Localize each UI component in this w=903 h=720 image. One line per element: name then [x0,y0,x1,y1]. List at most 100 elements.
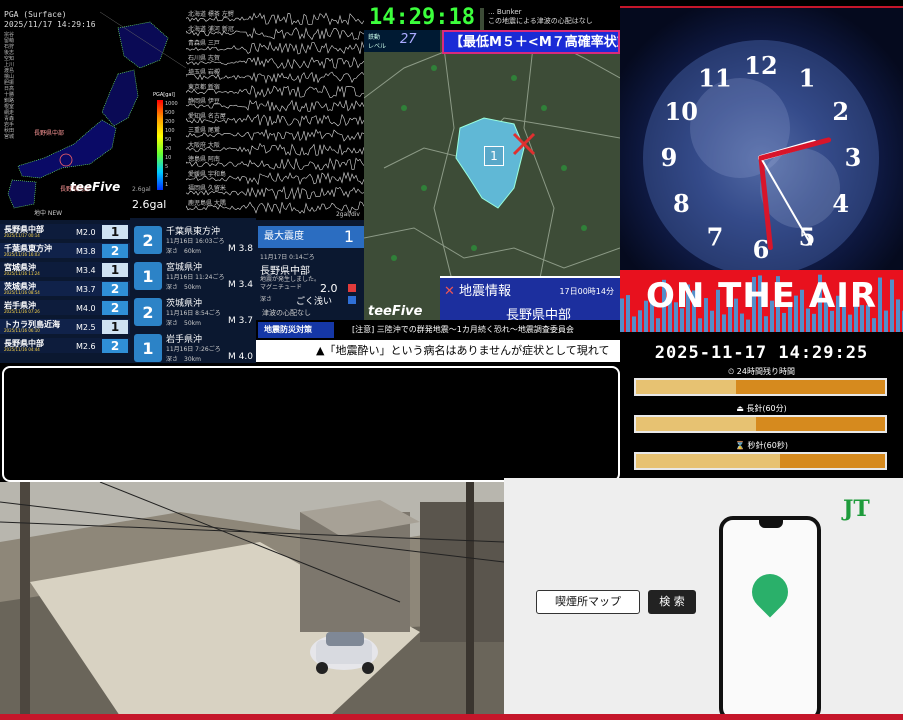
quake-magnitude: M3.4 [76,266,96,275]
equalizer-bar [764,316,768,332]
quake-magnitude: M4.0 [76,304,96,313]
card-intensity: 2 [134,298,162,326]
clock-numeral: 4 [832,189,849,218]
search-button[interactable]: 検 索 [648,590,696,614]
gal-value: 2.6gal [132,198,167,211]
progress-fill [636,454,781,468]
waveform-scale: 2gal/div [335,211,360,218]
news-tag: 地震防災対策 [258,322,334,338]
progress-label: ⏲ 24時間残り時間 [728,367,795,376]
scale-value: 200 [165,119,175,125]
quake-time: 2025/11/16 06:10 [4,328,40,333]
tsunami-status: 津波の心配なし [256,306,364,320]
pga-scale-values: 1000 500 200 100 50 20 10 5 2 1 [165,100,178,190]
station-list: 宗谷 留萌 石狩 後志 空知 上川 渡島 檜山 胆振 日高 十勝 釧路 根室 網走 青森 岩手 秋田 宮城 [4,32,64,140]
smoking-area-map-button[interactable]: 喫煙所マップ [536,590,640,614]
quake-intensity: 1 [102,320,128,334]
quake-list-row: 千葉県東方沖 2025/11/16 16:03 M3.8 2 [0,243,130,258]
quake-list-row: 長野県中部 2025/11/17 00:14 M2.0 1 [0,224,130,239]
quake-intensity: 1 [102,225,128,239]
pga-brand: teeFive [70,180,121,194]
progress-bar [634,452,887,470]
quake-intensity: 2 [102,339,128,353]
quake-card: 1 宮城県沖 11月16日 11:24ごろ 深さ 50km M 3.4 [132,256,256,296]
equalizer-bar [656,318,660,332]
waveform-station-label: 福岡県 久留米 [188,185,226,192]
quake-info-title: ✕ 地震情報 [444,280,511,299]
card-date: 11月16日 16:03ごろ [166,238,225,245]
map-brand: teeFive [368,304,423,319]
cross-icon: ✕ [444,284,455,299]
live-camera-feed [0,482,504,716]
legend-note: 地中 NEW [34,210,63,217]
current-datetime: 2025-11-17 14:29:25 [654,343,869,363]
max-intensity-box: 最大震度 1 [258,226,364,248]
max-intensity-label: 最大震度 [264,231,304,242]
intensity-marker: 1 [484,146,504,166]
quake-magnitude: M2.5 [76,323,96,332]
waveform-station-label: 東京都 新宿 [188,83,220,91]
equalizer-bar [746,319,750,332]
clock-numeral: 3 [845,143,862,172]
waveform-station-label: 愛媛県 宇和島 [188,170,226,178]
quake-info-box: ✕ 地震情報 17日00時14分 長野県中部 [440,276,620,323]
card-magnitude: M 4.0 [228,352,253,362]
warning-banner: 【最低M５＋<M７高確率状態】 [442,30,620,54]
equalizer-bar [698,318,702,332]
pga-timestamp: 2025/11/17 14:29:16 [4,20,96,29]
quake-time: 2025/11/16 08:54 [4,290,40,295]
waveform-station-label: 大阪府 大阪 [188,141,220,149]
quake-time: 2025/11/16 11:24 [4,271,40,276]
scale-value: 20 [165,146,172,152]
equalizer-bar [740,313,744,332]
card-depth: 深さ 50km [166,320,201,327]
phone-notch [759,520,783,528]
quake-time: 2025/11/16 04:44 [4,347,40,352]
clock-numeral: 7 [707,223,724,252]
ticker-text: ▲「地震酔い」という病名はありませんが症状として現れて [316,344,610,357]
bunker-info: ... Bunker この地震による津波の心配はなし [484,6,620,30]
level-value: 27 [400,32,417,47]
quake-intensity: 2 [102,244,128,258]
card-date: 11月16日 7:26ごろ [166,346,221,353]
mag-color-square [348,284,356,292]
quake-time: 2025/11/16 16:03 [4,252,40,257]
jt-advertisement: 喫煙所マップ 検 索 JT [504,478,903,716]
mag-row: マグニチュード 2.0 [260,282,360,295]
news-headline: [注意] 三陸沖での群発地震～1カ月続く恐れ～地震調査委員会 [352,325,574,334]
progress-fill [636,417,756,431]
bunker-title: ... Bunker [488,8,522,16]
card-intensity: 1 [134,334,162,362]
quake-time: 2025/11/16 07:26 [4,309,40,314]
equalizer-bar [872,318,876,332]
area-label-1: 長野県中部 [34,130,65,137]
quake-magnitude: M2.6 [76,342,96,351]
camera-scene [0,482,504,716]
quake-history-list: 長野県中部 2025/11/17 00:14 M2.0 1 千葉県東方沖 2025/11/… [0,220,130,363]
pga-panel: PGA (Surface) 2025/11/17 14:29:16 宗谷 留萌 石狩後… [0,8,186,220]
quake-card: 2 千葉県東方沖 11月16日 16:03ごろ 深さ 60km M 3.8 [132,220,256,260]
card-date: 11月16日 8:54ごろ [166,310,221,317]
quake-time: 2025/11/17 00:14 [4,233,40,238]
clock-numeral: 8 [673,189,690,218]
scale-value: 1000 [165,101,178,107]
waveform-station-label: 埼玉県 岩槻 [188,69,220,76]
quake-list-row: 茨城県沖 2025/11/16 08:54 M3.7 2 [0,281,130,296]
quake-info-time: 17日00時14分 [559,286,614,297]
card-date: 11月16日 11:24ごろ [166,274,225,281]
time-progress-panel: ⏲ 24時間残り時間 ⏏ 長針(60分) ⌛ 秒針(60秒) [620,364,903,476]
card-magnitude: M 3.8 [228,244,253,254]
depth-color-square [348,296,356,304]
shake-level: 鉄動 レベル 27 [364,30,440,52]
quake-intensity: 2 [102,301,128,315]
quake-magnitude: M2.0 [76,228,96,237]
max-int-date: 11月17日 0:14ごろ [260,254,315,261]
digital-time: 14:29:18 [364,6,480,30]
depth-label: 深さ [260,296,273,303]
quake-intensity: 1 [102,263,128,277]
quake-intensity: 2 [102,282,128,296]
quake-list-row: 長野県中部 2025/11/16 04:44 M2.6 2 [0,338,130,353]
card-intensity: 1 [134,262,162,290]
equalizer-bar [632,316,636,332]
waveform-station-label: 石川県 志賀 [188,54,220,62]
